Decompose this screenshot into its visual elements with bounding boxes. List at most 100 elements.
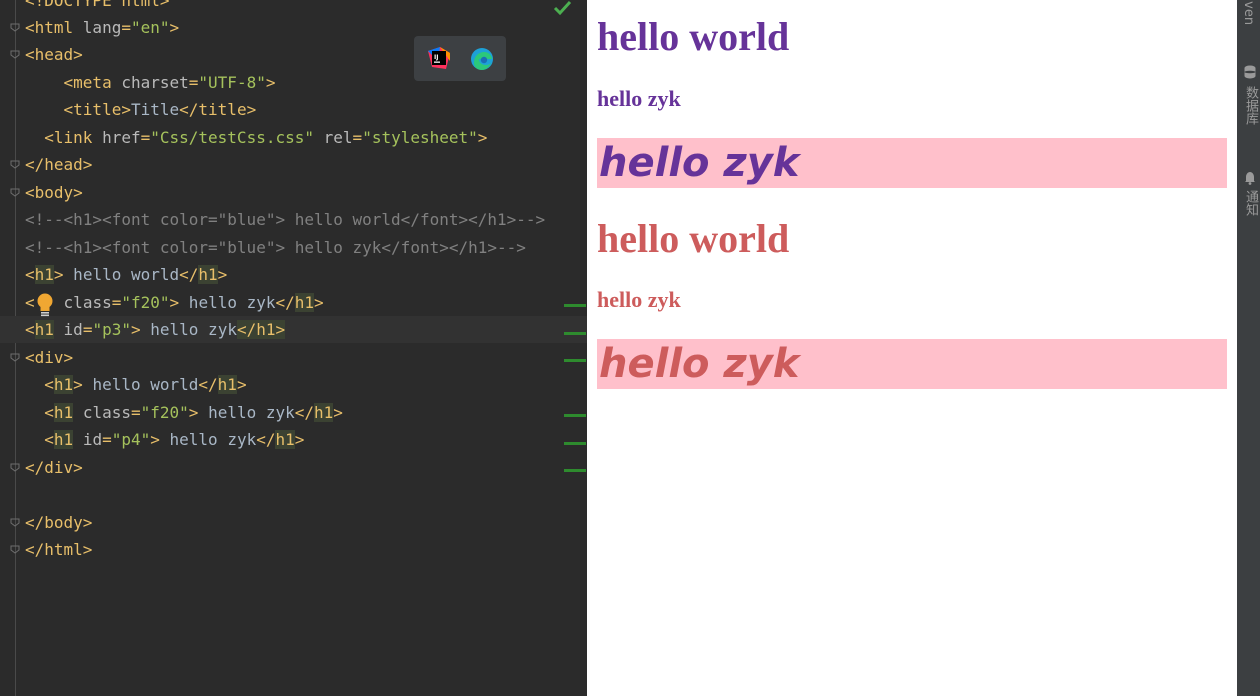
code-token: h1 <box>275 430 295 449</box>
code-text: <link href="Css/testCss.css" rel="styles… <box>25 124 487 151</box>
code-token: <meta <box>63 73 122 92</box>
change-marker[interactable] <box>564 332 586 335</box>
code-token: <!DOCTYPE html> <box>25 0 170 10</box>
code-line-1[interactable]: <!DOCTYPE html> <box>0 0 587 14</box>
code-line-18[interactable]: </div> <box>0 454 587 481</box>
code-line-8[interactable]: <body> <box>0 179 587 206</box>
code-text: <!--<h1><font color="blue"> hello zyk</f… <box>25 234 526 261</box>
fold-icon[interactable] <box>10 188 20 197</box>
code-token: h1 <box>34 265 54 284</box>
code-line-16[interactable]: <h1 class="f20"> hello zyk</h1> <box>0 399 587 426</box>
code-token: "p4" <box>111 430 151 449</box>
code-text: <h1> hello world</h1> <box>25 371 247 398</box>
code-token: </ <box>294 403 315 422</box>
code-token: </ <box>256 430 276 449</box>
code-text: <title>Title</title> <box>25 96 257 123</box>
code-token: </ <box>275 293 295 312</box>
database-icon[interactable] <box>1244 64 1256 83</box>
code-token: > <box>169 293 180 312</box>
check-icon[interactable] <box>553 0 573 20</box>
code-editor[interactable]: <!DOCTYPE html> <html lang="en"> <head> … <box>0 0 587 696</box>
code-token: </ <box>198 375 218 394</box>
fold-icon[interactable] <box>10 160 20 169</box>
database-tab[interactable]: 数据库 <box>1241 86 1260 125</box>
change-marker[interactable] <box>564 442 586 445</box>
code-token: <html <box>25 18 83 37</box>
bulb-icon[interactable] <box>36 293 54 321</box>
fold-icon[interactable] <box>10 353 20 362</box>
code-text: <body> <box>25 179 83 206</box>
code-line-6[interactable]: <link href="Css/testCss.css" rel="styles… <box>0 124 587 151</box>
preview-h1-hello-world: hello world <box>597 14 790 59</box>
code-token: <!--<h1><font color="blue"> hello world<… <box>25 210 546 229</box>
code-token: = <box>352 128 363 147</box>
fold-icon[interactable] <box>10 545 20 554</box>
code-token: h1 <box>294 293 315 312</box>
svg-text:IJ: IJ <box>434 54 438 61</box>
code-line-13[interactable]: <h1 id="p3"> hello zyk</h1> <box>0 316 587 343</box>
code-line-15[interactable]: <h1> hello world</h1> <box>0 371 587 398</box>
code-text: </div> <box>25 454 83 481</box>
code-line-5[interactable]: <title>Title</title> <box>0 96 587 123</box>
code-line-20[interactable]: </body> <box>0 509 587 536</box>
code-token: rel <box>323 128 353 147</box>
code-line-21[interactable]: </html> <box>0 536 587 563</box>
code-token: "stylesheet" <box>362 128 478 147</box>
code-text: <h1> hello world</h1> <box>25 261 227 288</box>
code-text: <h1 class="f20"> hello zyk</h1> <box>25 399 343 426</box>
change-marker[interactable] <box>564 304 586 307</box>
change-marker[interactable] <box>564 414 586 417</box>
code-text: <!--<h1><font color="blue"> hello world<… <box>25 206 545 233</box>
code-token: </body> <box>25 513 93 532</box>
code-token: > <box>265 73 276 92</box>
right-tool-strip: Maven 数据库 通知 <box>1237 0 1260 696</box>
code-token: "f20" <box>121 293 170 312</box>
notifications-tab[interactable]: 通知 <box>1241 190 1260 216</box>
code-line-19[interactable] <box>0 481 587 508</box>
preview-div-h1-f20: hello zyk <box>597 287 681 312</box>
code-token: h1 <box>53 430 74 449</box>
code-token: < <box>44 403 54 422</box>
code-token: > <box>188 403 199 422</box>
code-line-10[interactable]: <!--<h1><font color="blue"> hello zyk</f… <box>0 234 587 261</box>
bell-icon[interactable] <box>1244 170 1256 189</box>
code-token: <link <box>44 128 103 147</box>
code-line-14[interactable]: <div> <box>0 344 587 371</box>
fold-icon[interactable] <box>10 518 20 527</box>
code-token: > <box>150 430 160 449</box>
code-token: hello world <box>82 375 199 394</box>
change-marker[interactable] <box>564 359 586 362</box>
code-token: > <box>236 375 247 394</box>
maven-tab[interactable]: Maven <box>1241 0 1256 25</box>
fold-icon[interactable] <box>10 23 20 32</box>
code-token: = <box>188 73 199 92</box>
code-text: <div> <box>25 344 73 371</box>
code-token: > <box>294 430 305 449</box>
code-token: h1 <box>217 375 237 394</box>
code-text: <h1 id="p4"> hello zyk</h1> <box>25 426 304 453</box>
code-token: "Css/testCss.css" <box>150 128 314 147</box>
html-preview: hello world hello zyk hello zyk hello wo… <box>587 0 1237 696</box>
preview-div-h1-p4-text: hello zyk <box>599 341 800 387</box>
fold-icon[interactable] <box>10 463 20 472</box>
code-line-7[interactable]: </head> <box>0 151 587 178</box>
browser-popup: IJ <box>414 36 506 81</box>
code-token: h1> <box>256 320 286 339</box>
code-line-9[interactable]: <!--<h1><font color="blue"> hello world<… <box>0 206 587 233</box>
code-token: h1 <box>314 403 334 422</box>
code-line-17[interactable]: <h1 id="p4"> hello zyk</h1> <box>0 426 587 453</box>
code-token: > <box>73 375 83 394</box>
code-token: > <box>53 265 64 284</box>
code-line-11[interactable]: <h1> hello world</h1> <box>0 261 587 288</box>
intellij-icon[interactable]: IJ <box>428 47 450 73</box>
code-token: <!--<h1><font color="blue"> hello zyk</f… <box>25 238 526 257</box>
edge-icon[interactable] <box>470 47 494 75</box>
code-token: > <box>333 403 343 422</box>
code-token: </html> <box>25 540 93 559</box>
code-token: < <box>25 293 35 312</box>
code-line-12[interactable]: < class="f20"> hello zyk</h1> <box>0 289 587 316</box>
change-marker[interactable] <box>564 469 586 472</box>
fold-icon[interactable] <box>10 50 20 59</box>
